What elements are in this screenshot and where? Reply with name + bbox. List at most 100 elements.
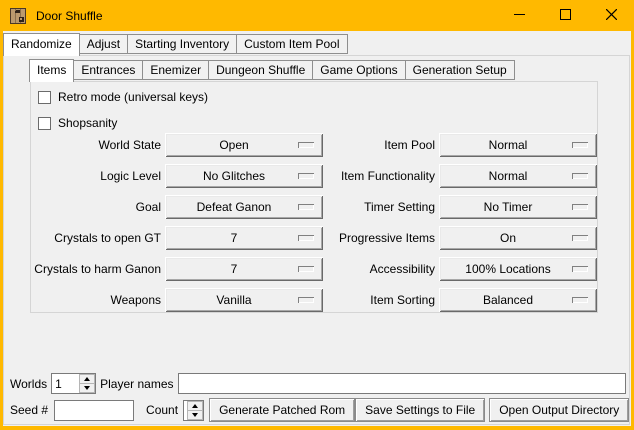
shopsanity-row: Shopsanity (38, 116, 597, 130)
crystals-open-gt-label: Crystals to open GT (32, 226, 161, 250)
dropdown-indicator-icon (572, 204, 588, 210)
progressive-items-label: Progressive Items (327, 226, 435, 250)
timer-setting-label: Timer Setting (327, 195, 435, 219)
spin-up-button[interactable] (187, 401, 203, 411)
item-pool-value: Normal (489, 138, 528, 152)
tab-entrances[interactable]: Entrances (74, 60, 143, 80)
tab-dungeon-shuffle[interactable]: Dungeon Shuffle (209, 60, 313, 80)
dropdown-indicator-icon (572, 142, 588, 148)
tab-starting-inventory[interactable]: Starting Inventory (128, 34, 237, 54)
spin-down-button[interactable] (79, 384, 95, 393)
worlds-row: Worlds Player names (6, 373, 627, 394)
down-triangle-icon (84, 386, 90, 390)
randomize-pane: Items Entrances Enemizer Dungeon Shuffle… (3, 55, 630, 425)
titlebar: Door Shuffle (0, 0, 634, 31)
timer-setting-dropdown[interactable]: No Timer (439, 195, 597, 219)
tab-items[interactable]: Items (29, 59, 74, 82)
accessibility-value: 100% Locations (465, 262, 550, 276)
goal-label: Goal (32, 195, 161, 219)
progressive-items-value: On (500, 231, 516, 245)
dropdown-indicator-icon (572, 235, 588, 241)
crystals-harm-ganon-dropdown[interactable]: 7 (165, 257, 323, 281)
logic-level-value: No Glitches (203, 169, 265, 183)
timer-setting-value: No Timer (484, 200, 533, 214)
item-sorting-dropdown[interactable]: Balanced (439, 288, 597, 312)
worlds-input[interactable] (52, 374, 79, 393)
tab-enemizer[interactable]: Enemizer (143, 60, 209, 80)
world-state-value: Open (219, 138, 248, 152)
dropdown-indicator-icon (298, 173, 314, 179)
tab-generation-setup[interactable]: Generation Setup (406, 60, 515, 80)
item-pool-label: Item Pool (327, 133, 435, 157)
worlds-spin-arrows (79, 374, 95, 393)
player-names-input[interactable] (178, 373, 627, 394)
weapons-value: Vanilla (216, 293, 251, 307)
close-button[interactable] (588, 0, 634, 31)
crystals-harm-ganon-value: 7 (231, 262, 238, 276)
progressive-items-dropdown[interactable]: On (439, 226, 597, 250)
seed-input[interactable] (54, 400, 134, 421)
dropdown-indicator-icon (572, 173, 588, 179)
tab-game-options[interactable]: Game Options (313, 60, 405, 80)
weapons-dropdown[interactable]: Vanilla (165, 288, 323, 312)
accessibility-label: Accessibility (327, 257, 435, 281)
client-area: Randomize Adjust Starting Inventory Cust… (3, 31, 631, 426)
crystals-open-gt-value: 7 (231, 231, 238, 245)
app-window: Door Shuffle Randomize Adjus (0, 0, 634, 430)
player-names-label: Player names (100, 377, 173, 391)
app-door-icon (10, 8, 26, 24)
retro-mode-row: Retro mode (universal keys) (38, 90, 597, 104)
tab-custom-item-pool[interactable]: Custom Item Pool (237, 34, 347, 54)
worlds-spinbox[interactable] (51, 373, 96, 394)
crystals-harm-ganon-label: Crystals to harm Ganon (32, 257, 161, 281)
item-pool-dropdown[interactable]: Normal (439, 133, 597, 157)
dropdown-indicator-icon (298, 235, 314, 241)
randomize-sub-tab-bar: Items Entrances Enemizer Dungeon Shuffle… (29, 59, 515, 82)
dropdown-indicator-icon (572, 297, 588, 303)
open-output-directory-button[interactable]: Open Output Directory (489, 398, 629, 422)
dropdown-indicator-icon (298, 142, 314, 148)
spin-up-button[interactable] (79, 374, 95, 384)
maximize-icon (560, 9, 571, 23)
window-title: Door Shuffle (36, 9, 103, 23)
tab-randomize[interactable]: Randomize (3, 33, 80, 56)
dropdown-indicator-icon (298, 297, 314, 303)
count-label: Count (146, 403, 178, 417)
goal-dropdown[interactable]: Defeat Ganon (165, 195, 323, 219)
tab-adjust[interactable]: Adjust (80, 34, 128, 54)
crystals-open-gt-dropdown[interactable]: 7 (165, 226, 323, 250)
spin-down-button[interactable] (187, 411, 203, 420)
world-state-dropdown[interactable]: Open (165, 133, 323, 157)
dropdown-indicator-icon (572, 266, 588, 272)
retro-mode-checkbox[interactable] (38, 91, 51, 104)
world-state-label: World State (32, 133, 161, 157)
count-spin-arrows (187, 401, 203, 420)
up-triangle-icon (84, 377, 90, 381)
seed-label: Seed # (10, 403, 48, 417)
minimize-button[interactable] (496, 0, 542, 31)
save-settings-button[interactable]: Save Settings to File (355, 398, 485, 422)
count-spinbox[interactable] (183, 400, 204, 421)
generate-patched-rom-button[interactable]: Generate Patched Rom (209, 398, 355, 422)
logic-level-label: Logic Level (32, 164, 161, 188)
bottom-controls: Worlds Player names Seed # Count (6, 373, 627, 422)
item-sorting-value: Balanced (483, 293, 533, 307)
close-icon (606, 9, 617, 23)
item-functionality-label: Item Functionality (327, 164, 435, 188)
shopsanity-checkbox[interactable] (38, 117, 51, 130)
item-functionality-dropdown[interactable]: Normal (439, 164, 597, 188)
minimize-icon (514, 9, 525, 23)
logic-level-dropdown[interactable]: No Glitches (165, 164, 323, 188)
main-tab-bar: Randomize Adjust Starting Inventory Cust… (3, 33, 348, 56)
window-controls (496, 0, 634, 31)
retro-mode-label: Retro mode (universal keys) (58, 90, 208, 104)
up-triangle-icon (192, 404, 198, 408)
accessibility-dropdown[interactable]: 100% Locations (439, 257, 597, 281)
seed-row: Seed # Count Generate Patched Rom Save S… (6, 398, 627, 422)
shopsanity-label: Shopsanity (58, 116, 117, 130)
worlds-label: Worlds (10, 377, 47, 391)
dropdown-indicator-icon (298, 266, 314, 272)
options-grid: World State Open Item Pool Normal Logic … (32, 133, 597, 312)
goal-value: Defeat Ganon (197, 200, 272, 214)
maximize-button[interactable] (542, 0, 588, 31)
